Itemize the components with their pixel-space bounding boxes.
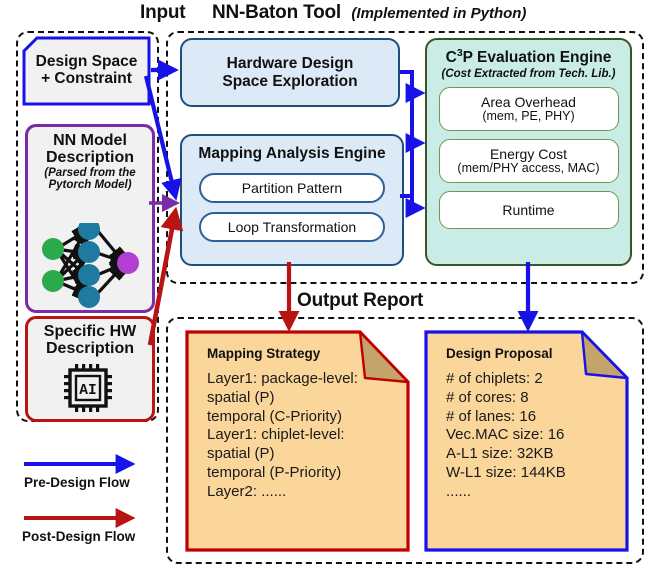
- design-space-line2: + Constraint: [41, 70, 132, 87]
- tool-section-subtitle: (Implemented in Python): [351, 5, 527, 22]
- runtime-line1: Runtime: [502, 201, 555, 218]
- nn-model-sub1: (Parsed from the: [44, 166, 136, 179]
- mapping-strategy-line-3: Layer1: chiplet-level:: [207, 426, 345, 444]
- mapping-strategy-line-4: spatial (P): [207, 445, 275, 463]
- design-proposal-line-2: # of lanes: 16: [446, 407, 537, 425]
- c3p-item-energy-cost[interactable]: Energy Cost (mem/PHY access, MAC): [438, 139, 619, 184]
- nn-node-input-1: [42, 238, 64, 260]
- legend-pre-design-label: Pre-Design Flow: [24, 475, 130, 490]
- design-proposal-title: Design Proposal: [446, 346, 553, 361]
- tool-section-title: NN-Baton Tool: [212, 2, 341, 23]
- c3p-header: C3P Evaluation Engine: [427, 47, 630, 67]
- nn-model-line1: NN Model: [53, 132, 127, 149]
- mapping-strategy-line-0: Layer1: package-level:: [207, 370, 358, 387]
- design-proposal-line-0: # of chiplets: 2: [446, 370, 543, 387]
- nn-node-hidden-3: [78, 264, 100, 286]
- mapping-strategy-line-2: temporal (C-Priority): [207, 407, 343, 425]
- specific-hw-line2: Description: [45, 340, 134, 358]
- design-proposal-line-6: ......: [446, 482, 472, 500]
- hardware-dse-line1: Hardware Design: [226, 55, 354, 73]
- mapping-strategy-line-1: spatial (P): [207, 388, 275, 406]
- tool-section-title-group: NN-Baton Tool (Implemented in Python): [212, 2, 526, 24]
- c3p-header-pre: C: [445, 49, 457, 67]
- design-space-line1: Design Space: [35, 53, 138, 71]
- hardware-dse-box[interactable]: Hardware Design Space Exploration: [180, 38, 400, 107]
- legend-post-design-label: Post-Design Flow: [22, 529, 136, 544]
- mapping-strategy-line-6: Layer2: ......: [207, 482, 287, 500]
- specific-hw-line1: Specific HW: [43, 323, 137, 340]
- mapping-strategy-title: Mapping Strategy: [207, 346, 321, 361]
- input-section-title: Input: [140, 2, 186, 23]
- c3p-header-post: P Evaluation Engine: [462, 49, 612, 67]
- energy-cost-line1: Energy Cost: [489, 145, 568, 162]
- hardware-dse-line2: Space Exploration: [222, 72, 358, 90]
- output-section-title: Output Report: [297, 290, 424, 311]
- nn-node-output-1: [117, 252, 139, 274]
- design-space-box[interactable]: Design Space + Constraint: [22, 36, 151, 106]
- loop-transformation-label: Loop Transformation: [227, 219, 357, 236]
- ai-chip-icon: AI: [64, 364, 112, 412]
- mapping-strategy-line-5: temporal (P-Priority): [207, 464, 342, 482]
- mapping-engine-header: Mapping Analysis Engine: [198, 145, 386, 162]
- nn-node-hidden-2: [78, 241, 100, 263]
- energy-cost-line2: (mem/PHY access, MAC): [457, 160, 600, 175]
- design-proposal-note[interactable]: Design Proposal # of chiplets: 2 # of co…: [424, 330, 629, 552]
- mapping-strategy-note[interactable]: Mapping Strategy Layer1: package-level: …: [185, 330, 410, 552]
- design-proposal-line-3: Vec.MAC size: 16: [446, 426, 565, 444]
- nn-node-hidden-4: [78, 286, 100, 308]
- neural-network-icon: [42, 223, 139, 308]
- nn-model-line2: Description: [45, 149, 134, 167]
- area-overhead-line2: (mem, PE, PHY): [482, 108, 575, 123]
- loop-transformation-pill[interactable]: Loop Transformation: [199, 212, 385, 243]
- nn-model-sub2: Pytorch Model): [48, 179, 132, 192]
- design-proposal-line-1: # of cores: 8: [446, 388, 529, 406]
- nn-model-description-box[interactable]: NN Model Description (Parsed from the Py…: [25, 124, 155, 313]
- ai-chip-label: AI: [79, 383, 96, 399]
- specific-hw-description-box[interactable]: Specific HW Description AI: [25, 316, 155, 422]
- c3p-subtitle: (Cost Extracted from Tech. Lib.): [441, 68, 616, 81]
- nn-node-input-2: [42, 270, 64, 292]
- c3p-item-area-overhead[interactable]: Area Overhead (mem, PE, PHY): [438, 87, 619, 132]
- design-proposal-line-4: A-L1 size: 32KB: [446, 445, 554, 463]
- c3p-evaluation-engine-box[interactable]: C3P Evaluation Engine (Cost Extracted fr…: [425, 38, 632, 266]
- design-proposal-line-5: W-L1 size: 144KB: [446, 464, 566, 482]
- partition-pattern-label: Partition Pattern: [241, 180, 343, 197]
- mapping-analysis-engine-box[interactable]: Mapping Analysis Engine Partition Patter…: [180, 134, 404, 266]
- c3p-item-runtime[interactable]: Runtime: [438, 191, 619, 230]
- area-overhead-line1: Area Overhead: [481, 93, 576, 110]
- partition-pattern-pill[interactable]: Partition Pattern: [199, 173, 385, 204]
